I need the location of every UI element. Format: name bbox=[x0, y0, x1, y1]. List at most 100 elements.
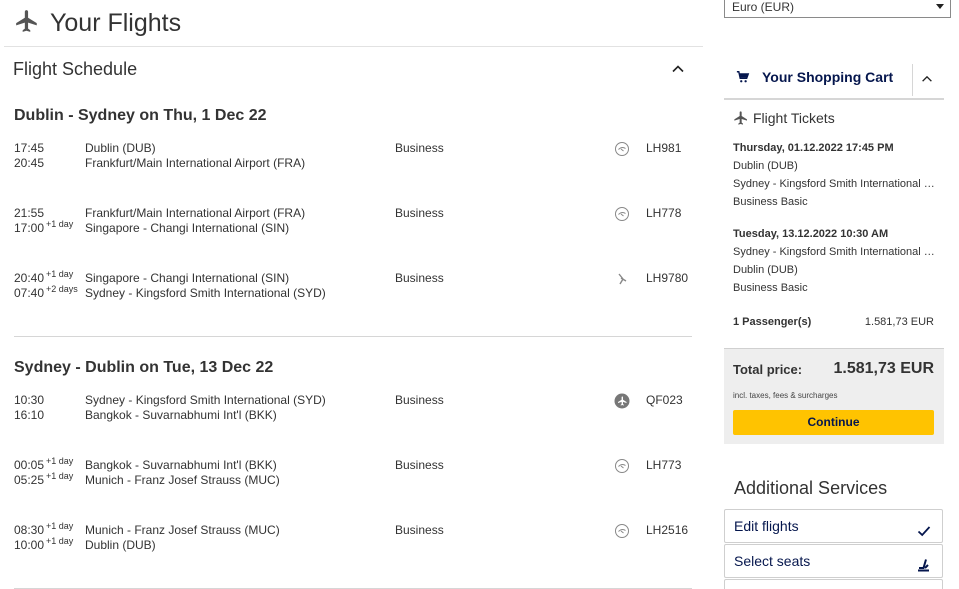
cabin-class: Business bbox=[395, 458, 444, 472]
cart-outbound-trip: Thursday, 01.12.2022 17:45 PM Dublin (DU… bbox=[733, 139, 938, 211]
edit-flights-button[interactable]: Edit flights bbox=[724, 509, 943, 543]
flight-segment: 21:55 17:00 +1 day Frankfurt/Main Internat… bbox=[0, 206, 700, 240]
total-price-amount: 1.581,73 EUR bbox=[833, 360, 934, 377]
shopping-cart-icon bbox=[736, 70, 750, 84]
cabin-class: Business bbox=[395, 271, 444, 285]
select-seats-label: Select seats bbox=[734, 553, 811, 569]
passenger-amount: 1.581,73 EUR bbox=[864, 316, 934, 328]
operating-airline-plane-icon bbox=[614, 393, 630, 409]
arrival-day-offset: +2 days bbox=[46, 284, 78, 294]
origin-airport: Bangkok - Suvarnabhumi Int'l (BKK) bbox=[85, 458, 277, 472]
destination-airport: Frankfurt/Main International Airport (FR… bbox=[85, 156, 306, 170]
inbound-datetime: Tuesday, 13.12.2022 10:30 AM bbox=[733, 228, 889, 240]
departure-day-offset: +1 day bbox=[46, 269, 74, 279]
departure-time: 00:05 bbox=[14, 458, 45, 472]
total-price-label: Total price: bbox=[733, 362, 803, 377]
departure-day-offset: +1 day bbox=[46, 521, 74, 531]
singapore-airlines-bird-icon bbox=[614, 271, 630, 287]
arrival-time: 17:00 bbox=[14, 221, 45, 235]
departure-time: 17:45 bbox=[14, 141, 45, 155]
origin-airport: Frankfurt/Main International Airport (FR… bbox=[85, 206, 306, 220]
currency-select[interactable]: Euro (EUR) bbox=[724, 0, 951, 18]
destination-airport: Bangkok - Suvarnabhumi Int'l (BKK) bbox=[85, 408, 277, 422]
flight-number: LH2516 bbox=[646, 523, 689, 537]
inbound-fare: Business Basic bbox=[733, 282, 808, 294]
destination-airport: Munich - Franz Josef Strauss (MUC) bbox=[85, 473, 280, 487]
journey-divider bbox=[14, 336, 692, 337]
outbound-origin: Dublin (DUB) bbox=[733, 160, 798, 172]
origin-airport: Singapore - Changi International (SIN) bbox=[85, 271, 290, 285]
journey-outbound-title: Dublin - Sydney on Thu, 1 Dec 22 bbox=[14, 107, 267, 124]
flight-number: LH981 bbox=[646, 141, 682, 155]
flight-tickets-title: Flight Tickets bbox=[753, 110, 835, 126]
flight-segment: 20:40 +1 day 07:40 +2 days Singapore - Chan… bbox=[0, 269, 700, 305]
arrival-day-offset: +1 day bbox=[46, 471, 74, 481]
origin-airport: Dublin (DUB) bbox=[85, 141, 156, 155]
arrival-time: 07:40 bbox=[14, 286, 45, 300]
departure-time: 10:30 bbox=[14, 393, 45, 407]
outbound-datetime: Thursday, 01.12.2022 17:45 PM bbox=[733, 142, 894, 154]
flight-number: QF023 bbox=[646, 393, 683, 407]
chevron-up-icon bbox=[672, 65, 684, 73]
additional-services-title: Additional Services bbox=[734, 478, 888, 498]
departure-time: 20:40 bbox=[14, 271, 45, 285]
origin-airport: Munich - Franz Josef Strauss (MUC) bbox=[85, 523, 280, 537]
origin-airport: Sydney - Kingsford Smith International (… bbox=[85, 393, 326, 407]
seat-icon bbox=[916, 553, 932, 572]
collapse-cart-button[interactable] bbox=[920, 72, 934, 86]
chevron-up-icon bbox=[922, 75, 932, 82]
flight-segment: 00:05 +1 day 05:25 +1 day Bangkok - Suvarna… bbox=[0, 456, 700, 492]
journey-return-title: Sydney - Dublin on Tue, 13 Dec 22 bbox=[14, 359, 274, 376]
lufthansa-crane-icon bbox=[614, 458, 630, 474]
flight-number: LH778 bbox=[646, 206, 682, 220]
cart-header-separator bbox=[912, 64, 913, 96]
destination-airport: Dublin (DUB) bbox=[85, 538, 156, 552]
outbound-fare: Business Basic bbox=[733, 196, 808, 208]
flight-segment: 17:45 20:45 Dublin (DUB) Frankfurt/Main In… bbox=[0, 141, 700, 175]
cabin-class: Business bbox=[395, 393, 444, 407]
flight-tickets-heading: Flight Tickets bbox=[733, 110, 835, 126]
lufthansa-crane-icon bbox=[614, 523, 630, 539]
arrival-time: 20:45 bbox=[14, 156, 45, 170]
checkmark-icon bbox=[916, 518, 932, 537]
flight-segment: 10:30 16:10 Sydney - Kingsford Smith Inte… bbox=[0, 393, 700, 427]
cabin-class: Business bbox=[395, 141, 444, 155]
select-seats-button[interactable]: Select seats bbox=[724, 544, 943, 578]
cabin-class: Business bbox=[395, 206, 444, 220]
dropdown-caret-icon bbox=[936, 4, 944, 9]
cabin-class: Business bbox=[395, 523, 444, 537]
arrival-time: 10:00 bbox=[14, 538, 45, 552]
arrival-day-offset: +1 day bbox=[46, 219, 74, 229]
shopping-cart-header: Your Shopping Cart bbox=[724, 62, 944, 100]
lufthansa-crane-icon bbox=[614, 206, 630, 222]
currency-selected-value: Euro (EUR) bbox=[732, 0, 795, 14]
additional-service-button[interactable] bbox=[724, 579, 943, 589]
departure-time: 08:30 bbox=[14, 523, 45, 537]
continue-button[interactable]: Continue bbox=[733, 410, 934, 435]
page-header: Your Flights bbox=[14, 8, 181, 39]
airplane-icon bbox=[14, 8, 40, 39]
flight-schedule-panel: Flight Schedule bbox=[4, 46, 703, 589]
passenger-summary: 1 Passenger(s) 1.581,73 EUR bbox=[733, 316, 934, 328]
flight-segment: 08:30 +1 day 10:00 +1 day Munich - Franz Jo… bbox=[0, 521, 700, 557]
destination-airport: Singapore - Changi International (SIN) bbox=[85, 221, 290, 235]
airplane-icon bbox=[734, 111, 747, 125]
page-title: Your Flights bbox=[50, 9, 182, 37]
flight-number: LH9780 bbox=[646, 271, 689, 285]
shopping-cart-title: Your Shopping Cart bbox=[762, 69, 894, 85]
inbound-destination: Dublin (DUB) bbox=[733, 264, 798, 276]
arrival-time: 05:25 bbox=[14, 473, 45, 487]
passenger-count: 1 Passenger(s) bbox=[733, 316, 812, 328]
departure-day-offset: +1 day bbox=[46, 456, 74, 466]
destination-airport: Sydney - Kingsford Smith International (… bbox=[85, 286, 326, 300]
arrival-time: 16:10 bbox=[14, 408, 45, 422]
flight-number: LH773 bbox=[646, 458, 682, 472]
edit-flights-label: Edit flights bbox=[734, 518, 799, 534]
inbound-origin: Sydney - Kingsford Smith International (… bbox=[733, 246, 938, 258]
lufthansa-crane-icon bbox=[614, 141, 630, 157]
arrival-day-offset: +1 day bbox=[46, 536, 74, 546]
flight-schedule-heading: Flight Schedule bbox=[13, 59, 138, 79]
total-price-box: Total price: 1.581,73 EUR incl. taxes, f… bbox=[724, 348, 944, 444]
cart-inbound-trip: Tuesday, 13.12.2022 10:30 AM Sydney - Ki… bbox=[733, 225, 938, 297]
collapse-schedule-button[interactable] bbox=[670, 61, 686, 77]
